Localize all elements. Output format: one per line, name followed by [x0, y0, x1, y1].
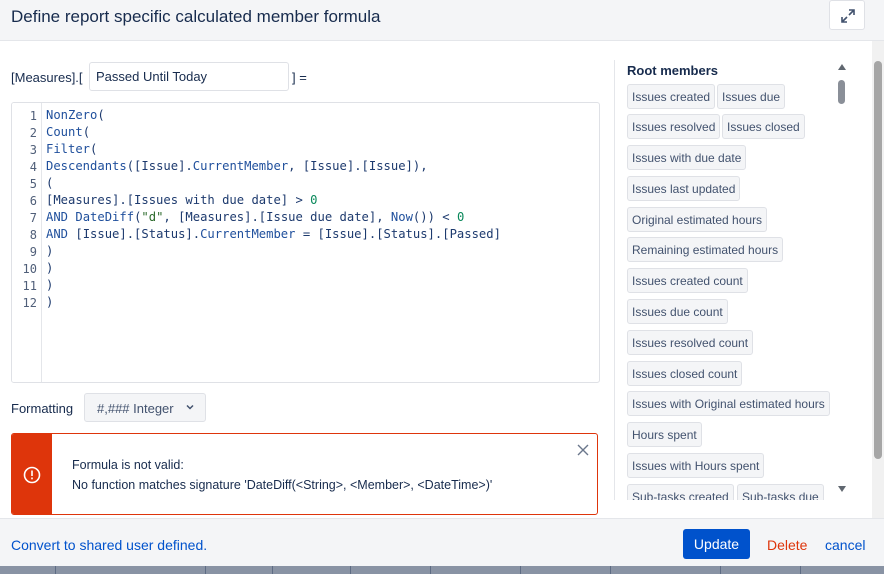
line-number: 8: [29, 228, 37, 242]
formatting-select[interactable]: #,### Integer: [84, 393, 206, 422]
expand-arrows-icon: [841, 9, 855, 23]
delete-link[interactable]: Delete: [767, 537, 807, 553]
code-line: ): [46, 244, 54, 258]
line-number: 11: [22, 279, 37, 293]
dialog-footer: Convert to shared user defined. Update D…: [0, 518, 884, 566]
update-button[interactable]: Update: [683, 529, 750, 559]
line-number: 10: [22, 262, 37, 276]
line-number: 2: [29, 126, 37, 140]
close-icon[interactable]: [577, 444, 589, 456]
code-line: [Measures].[Issues with due date] > 0: [46, 193, 318, 207]
strip-divider: [272, 566, 273, 574]
member-chip[interactable]: Sub-tasks created: [627, 484, 734, 500]
strip-divider: [800, 566, 801, 574]
code-line: (: [46, 176, 54, 190]
strip-divider: [430, 566, 431, 574]
member-chip[interactable]: Issues created: [627, 84, 716, 109]
member-chip[interactable]: Issues with due date: [627, 145, 747, 170]
member-chip[interactable]: Original estimated hours: [627, 207, 768, 232]
code-line: AND DateDiff("d", [Measures].[Issue due …: [46, 210, 465, 224]
error-message: Formula is not valid: No function matche…: [11, 433, 598, 515]
line-number: 9: [29, 245, 37, 259]
line-number: 12: [22, 296, 37, 310]
line-number: 1: [29, 109, 37, 123]
member-chip[interactable]: Issues with Hours spent: [627, 453, 765, 478]
root-members-title: Root members: [627, 63, 719, 78]
code-line: Descendants([Issue].CurrentMember, [Issu…: [46, 159, 428, 173]
member-name-input[interactable]: [89, 62, 289, 91]
strip-divider: [720, 566, 721, 574]
scroll-down-arrow-icon[interactable]: [838, 486, 846, 492]
strip-divider: [520, 566, 521, 574]
code-line: AND [Issue].[Status].CurrentMember = [Is…: [46, 227, 501, 241]
member-chip[interactable]: Remaining estimated hours: [627, 237, 784, 262]
code-line: ): [46, 261, 54, 275]
error-title: Formula is not valid:: [72, 458, 184, 472]
error-stripe: [12, 434, 52, 514]
strip-divider: [55, 566, 56, 574]
formatting-selected-value: #,### Integer: [97, 401, 174, 416]
member-chip[interactable]: Issues last updated: [627, 176, 741, 201]
code-line: Filter(: [46, 142, 98, 156]
root-members-scrollbar[interactable]: [836, 62, 848, 498]
line-number: 3: [29, 143, 37, 157]
member-chip[interactable]: Sub-tasks due: [737, 484, 824, 500]
formatting-label: Formatting: [11, 401, 74, 416]
line-number-gutter: 1 2 3 4 5 6 7 8 9 10 11 12: [12, 103, 42, 382]
member-chip[interactable]: Issues resolved: [627, 114, 721, 139]
line-number: 4: [29, 160, 37, 174]
code-line: ): [46, 295, 54, 309]
code-line: ): [46, 278, 54, 292]
member-chip[interactable]: Issues due count: [627, 299, 728, 324]
line-number: 5: [29, 177, 37, 191]
dialog-scroll-thumb[interactable]: [874, 61, 882, 459]
member-chip[interactable]: Issues closed count: [627, 361, 743, 386]
member-chip[interactable]: Issues due: [717, 84, 786, 109]
root-members-panel: Root members Issues created Issues due I…: [614, 60, 854, 500]
convert-to-shared-link[interactable]: Convert to shared user defined.: [11, 537, 207, 553]
strip-divider: [610, 566, 611, 574]
line-number: 6: [29, 194, 37, 208]
member-chip[interactable]: Issues created count: [627, 268, 748, 293]
member-chip[interactable]: Issues with Original estimated hours: [627, 391, 830, 416]
line-number: 7: [29, 211, 37, 225]
scroll-up-arrow-icon[interactable]: [838, 64, 846, 70]
formula-editor[interactable]: 1 2 3 4 5 6 7 8 9 10 11 12 NonZero( Coun…: [11, 102, 600, 383]
expand-button[interactable]: [829, 0, 865, 30]
dialog-title: Define report specific calculated member…: [11, 7, 381, 26]
member-suffix: ] =: [292, 70, 307, 85]
background-table-strip: [0, 566, 884, 574]
scroll-thumb[interactable]: [838, 80, 845, 104]
member-chip[interactable]: Issues resolved count: [627, 330, 754, 355]
error-detail: No function matches signature 'DateDiff(…: [72, 478, 493, 492]
code-line: NonZero(: [46, 108, 105, 122]
code-line: Count(: [46, 125, 91, 139]
member-prefix: [Measures].[: [11, 70, 83, 85]
member-chip[interactable]: Hours spent: [627, 422, 702, 447]
chevron-down-icon: [186, 404, 194, 410]
strip-divider: [350, 566, 351, 574]
member-chip[interactable]: Issues closed: [722, 114, 805, 139]
cancel-link[interactable]: cancel: [825, 537, 865, 553]
strip-divider: [205, 566, 206, 574]
dialog-header: Define report specific calculated member…: [0, 0, 884, 41]
exclamation-circle-icon: [23, 466, 41, 484]
dialog-scrollbar[interactable]: [872, 41, 884, 518]
